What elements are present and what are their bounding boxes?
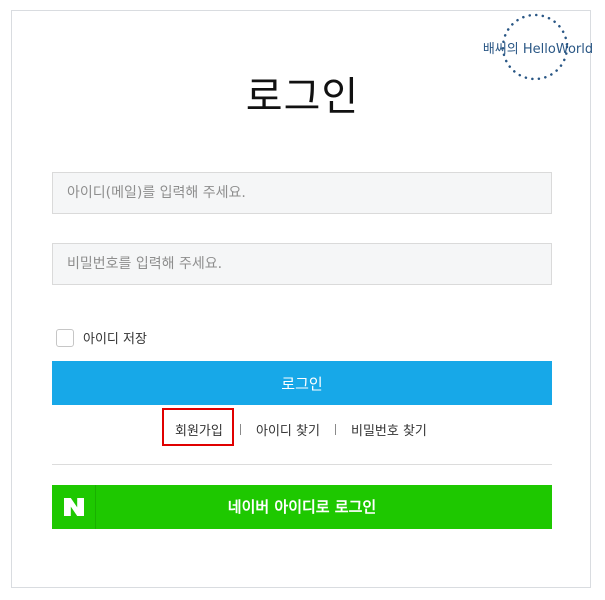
password-input[interactable] [52,243,552,285]
naver-login-label: 네이버 아이디로 로그인 [227,498,377,516]
signup-highlight-box [162,408,234,446]
id-input[interactable] [52,172,552,214]
find-password-link[interactable]: 비밀번호 찾기 [351,420,427,439]
login-button[interactable]: 로그인 [52,361,552,405]
page-title: 로그인 [245,74,360,120]
divider [52,464,552,465]
watermark-text: 배씨의 HelloWorld [482,42,594,57]
naver-login-button[interactable]: 네이버 아이디로 로그인 [52,485,552,529]
link-separator [240,424,241,435]
remember-id-checkbox[interactable] [56,328,74,347]
find-id-link[interactable]: 아이디 찾기 [256,420,320,439]
remember-id-label: 아이디 저장 [83,332,147,347]
remember-id-toggle[interactable]: 아이디 저장 [56,328,147,347]
link-separator [335,424,336,435]
account-links: 회원가입 아이디 찾기 비밀번호 찾기 [0,417,605,441]
